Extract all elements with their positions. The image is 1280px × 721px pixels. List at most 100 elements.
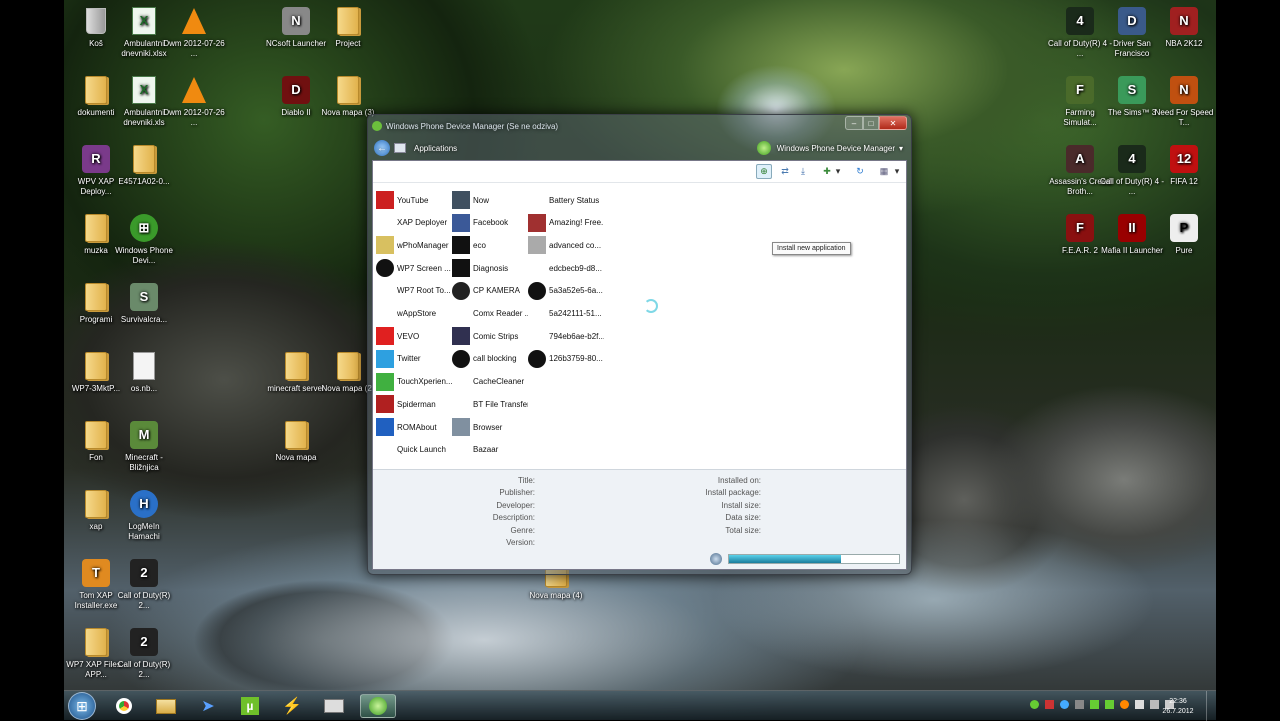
- app-list-item[interactable]: Twitter: [376, 349, 452, 368]
- app-list-item[interactable]: Now: [452, 191, 528, 209]
- bazaar-icon: [452, 440, 470, 459]
- desktop-icon[interactable]: ⊞ Windows Phone Devi...: [112, 213, 176, 265]
- app-list-item[interactable]: WP7 Root To...: [376, 281, 452, 300]
- app-list-item[interactable]: 5a242111-51...: [528, 304, 604, 323]
- back-arrow-icon[interactable]: ←: [374, 140, 390, 156]
- survivalcraft-icon: S: [130, 282, 158, 312]
- device-logo-icon: [756, 141, 771, 155]
- comic-icon: [452, 327, 470, 346]
- app-list-item[interactable]: Amazing! Free...: [528, 213, 604, 232]
- tray-icon-5[interactable]: [1090, 700, 1099, 709]
- app-list-item[interactable]: Facebook: [452, 213, 528, 232]
- desktop-icon[interactable]: N NBA 2K12: [1152, 6, 1216, 49]
- now-icon: [452, 191, 470, 209]
- app-list-item[interactable]: VEVO: [376, 327, 452, 346]
- app-list-item[interactable]: CacheCleaner: [452, 372, 528, 391]
- desktop-icon[interactable]: E4571A02-0...: [112, 144, 176, 187]
- install-application-icon[interactable]: ⊕: [756, 164, 772, 179]
- arrow-app-taskbar-icon[interactable]: ➤: [190, 694, 226, 718]
- app-list-item[interactable]: BT File Transfer: [452, 395, 528, 414]
- chrome-taskbar-icon[interactable]: [106, 694, 142, 718]
- desktop-icon[interactable]: Dwm 2012-07-26 ...: [162, 75, 226, 127]
- folder-icon: [82, 489, 110, 519]
- app-list-item[interactable]: Bazaar: [452, 440, 528, 459]
- app-list-item[interactable]: eco: [452, 236, 528, 255]
- windows-phone-taskbar-icon[interactable]: [360, 694, 396, 718]
- desktop-icon[interactable]: S Survivalcra...: [112, 282, 176, 325]
- clock[interactable]: 22:36 26.7.2012: [1160, 697, 1196, 717]
- applications-breadcrumb[interactable]: Applications: [414, 144, 457, 153]
- desktop-icon[interactable]: N Need For Speed T...: [1152, 75, 1216, 127]
- desktop-icon[interactable]: os.nb...: [112, 351, 176, 394]
- app-list-item[interactable]: TouchXperien...: [376, 372, 452, 391]
- desktop-icon[interactable]: 2 Call of Duty(R) 2...: [112, 627, 176, 679]
- desktop-icon[interactable]: 2 Call of Duty(R) 2...: [112, 558, 176, 610]
- maximize-button[interactable]: □: [863, 116, 879, 130]
- window-titlebar[interactable]: Windows Phone Device Manager (Se ne odzi…: [368, 115, 911, 137]
- app-list-item[interactable]: Browser: [452, 418, 528, 436]
- app-name: Spiderman: [397, 399, 436, 409]
- app-list-item[interactable]: 5a3a52e5-6a...: [528, 281, 604, 300]
- start-button[interactable]: ⊞: [68, 692, 96, 720]
- app-list-item[interactable]: CP KAMERA: [452, 281, 528, 300]
- utorrent-taskbar-icon[interactable]: µ: [232, 694, 268, 718]
- desktop-icon[interactable]: Dwm 2012-07-26 ...: [162, 6, 226, 58]
- app-list-item[interactable]: Battery Status: [528, 191, 604, 209]
- camera-icon: [452, 281, 470, 300]
- view-dropdown-icon[interactable]: ▾: [892, 164, 902, 179]
- vlc-cone-icon: [180, 75, 208, 105]
- app-name: Battery Status: [549, 195, 600, 205]
- app-name: WP7 Root To...: [397, 286, 451, 296]
- export-icon[interactable]: ⇄: [777, 164, 793, 179]
- tray-icon-2[interactable]: [1045, 700, 1054, 709]
- app-list-item[interactable]: ROMAbout: [376, 418, 452, 436]
- app-list-item[interactable]: Diagnosis: [452, 259, 528, 278]
- desktop-icon[interactable]: Nova mapa (3): [316, 75, 380, 118]
- desktop-icon[interactable]: Nova mapa: [264, 420, 328, 463]
- app-list-item[interactable]: Comx Reader ...: [452, 304, 528, 323]
- app-list-item[interactable]: 794eb6ae-b2f...: [528, 327, 604, 346]
- refresh-icon[interactable]: ↻: [852, 164, 868, 179]
- touchxperience-icon: [376, 372, 394, 391]
- tray-icon-3[interactable]: [1060, 700, 1069, 709]
- app-list-item[interactable]: YouTube: [376, 191, 452, 209]
- chevron-down-icon[interactable]: ▾: [899, 144, 903, 153]
- tray-icon-7[interactable]: [1120, 700, 1129, 709]
- tray-icon-6[interactable]: [1105, 700, 1114, 709]
- desktop-icon[interactable]: 12 FIFA 12: [1152, 144, 1216, 187]
- app-list-item[interactable]: call blocking: [452, 349, 528, 368]
- tool-taskbar-icon[interactable]: [316, 694, 352, 718]
- app-list-item[interactable]: Quick Launch: [376, 440, 452, 459]
- tray-icon-4[interactable]: [1075, 700, 1084, 709]
- show-desktop-button[interactable]: [1206, 691, 1216, 721]
- app-list-item[interactable]: wPhoManager: [376, 236, 452, 255]
- desktop-icon[interactable]: M Minecraft - Bližnjica: [112, 420, 176, 472]
- explorer-taskbar-icon[interactable]: [148, 694, 184, 718]
- youtube-icon: [376, 191, 394, 209]
- tray-icon-1[interactable]: [1030, 700, 1039, 709]
- tray-icon-8[interactable]: [1135, 700, 1144, 709]
- minimize-button[interactable]: –: [845, 116, 863, 130]
- app-list-item[interactable]: 126b3759-80...: [528, 349, 604, 368]
- wpdm-window[interactable]: Windows Phone Device Manager (Se ne odzi…: [367, 114, 912, 575]
- app-list-item[interactable]: XAP Deployer: [376, 213, 452, 232]
- tools-dropdown-icon[interactable]: ▾: [833, 164, 843, 179]
- desktop-icon[interactable]: H LogMeIn Hamachi: [112, 489, 176, 541]
- download-icon[interactable]: ⤓: [795, 164, 811, 179]
- desktop-icon[interactable]: P Pure: [1152, 213, 1216, 256]
- view-icon[interactable]: ▦: [876, 164, 892, 179]
- app-list-item[interactable]: advanced co...: [528, 236, 604, 255]
- app-list-item[interactable]: Spiderman: [376, 395, 452, 414]
- device-selector[interactable]: Windows Phone Device Manager: [777, 144, 895, 153]
- app-name: CacheCleaner: [473, 377, 525, 387]
- app-list-item[interactable]: wAppStore: [376, 304, 452, 323]
- system-tray: [1030, 700, 1174, 709]
- close-button[interactable]: ✕: [879, 116, 907, 130]
- app-list-item[interactable]: Comic Strips: [452, 327, 528, 346]
- tooltip-install-new-application: Install new application: [772, 242, 851, 255]
- winamp-taskbar-icon[interactable]: ⚡: [274, 694, 310, 718]
- network-icon[interactable]: [1150, 700, 1159, 709]
- app-list-item[interactable]: WP7 Screen ...: [376, 259, 452, 278]
- desktop-icon[interactable]: Project: [316, 6, 380, 49]
- app-list-item[interactable]: edcbecb9-d8...: [528, 259, 604, 278]
